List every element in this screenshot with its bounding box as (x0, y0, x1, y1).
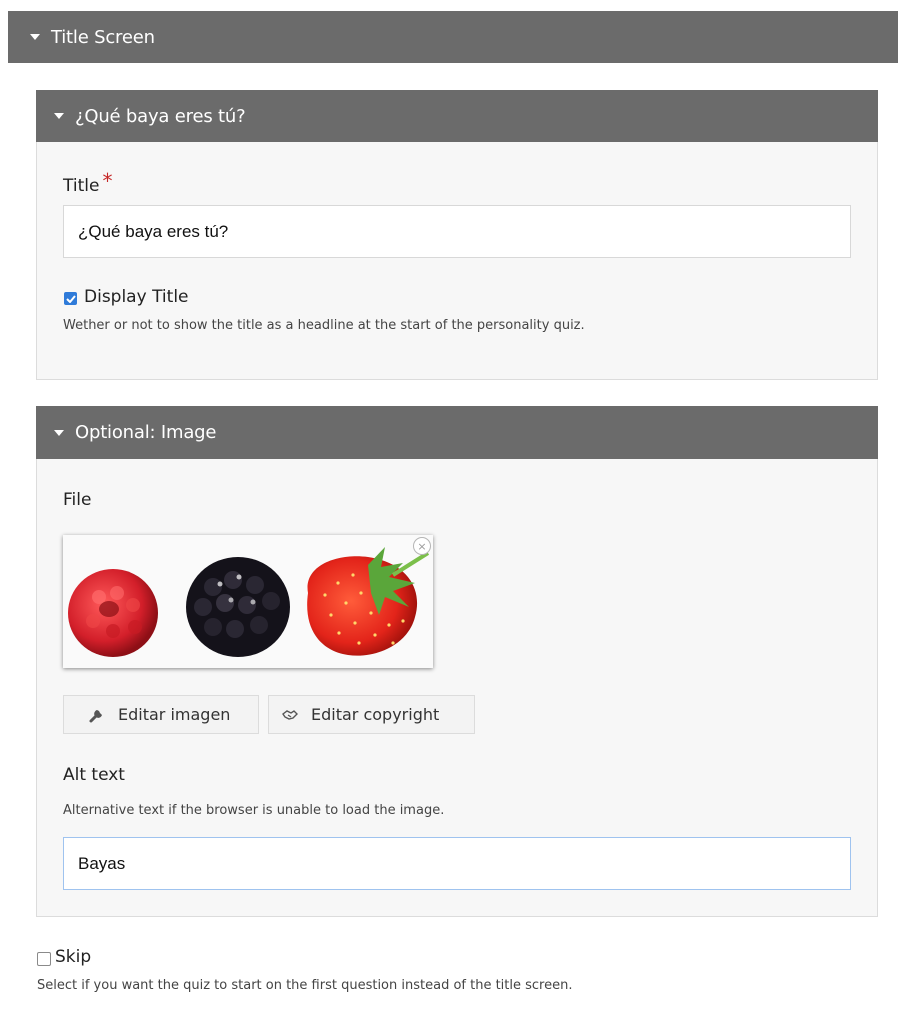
edit-image-label: Editar imagen (118, 705, 231, 724)
skip-label: Skip (55, 947, 92, 967)
quiz-title-panel-body (36, 142, 878, 380)
optional-image-panel-label: Optional: Image (75, 422, 217, 443)
skip-checkbox[interactable] (37, 952, 51, 966)
edit-copyright-label: Editar copyright (311, 705, 440, 724)
caret-down-icon (54, 429, 64, 436)
wrench-icon (88, 706, 106, 724)
berries-image (63, 535, 433, 668)
display-title-description: Wether or not to show the title as a hea… (63, 318, 585, 333)
quiz-title-panel-label: ¿Qué baya eres tú? (75, 105, 246, 127)
skip-description: Select if you want the quiz to start on … (37, 978, 573, 993)
title-label-text: Title (63, 176, 100, 196)
raspberry-shape (68, 569, 158, 657)
file-label: File (63, 490, 92, 510)
display-title-checkbox[interactable] (64, 292, 77, 305)
optional-image-panel-header[interactable]: Optional: Image (36, 406, 878, 459)
alt-text-input[interactable]: Bayas (63, 837, 851, 890)
caret-down-icon (30, 34, 40, 40)
title-screen-header[interactable]: Title Screen (8, 11, 898, 63)
quiz-title-panel-header[interactable]: ¿Qué baya eres tú? (36, 90, 878, 142)
display-title-label: Display Title (84, 287, 189, 307)
remove-icon: × (417, 539, 427, 553)
checkmark-icon (65, 294, 76, 303)
title-screen-header-label: Title Screen (51, 26, 155, 48)
handshake-icon (281, 706, 299, 724)
edit-image-button[interactable]: Editar imagen (63, 695, 259, 734)
edit-copyright-button[interactable]: Editar copyright (268, 695, 475, 734)
caret-down-icon (54, 113, 64, 119)
title-input[interactable]: ¿Qué baya eres tú? (63, 205, 851, 258)
remove-image-button[interactable]: × (413, 537, 431, 555)
blackberry-shape (186, 557, 290, 657)
alt-text-label: Alt text (63, 765, 125, 785)
alt-text-description: Alternative text if the browser is unabl… (63, 803, 445, 818)
title-field-label: Title * (63, 169, 113, 196)
required-marker: * (102, 169, 113, 193)
